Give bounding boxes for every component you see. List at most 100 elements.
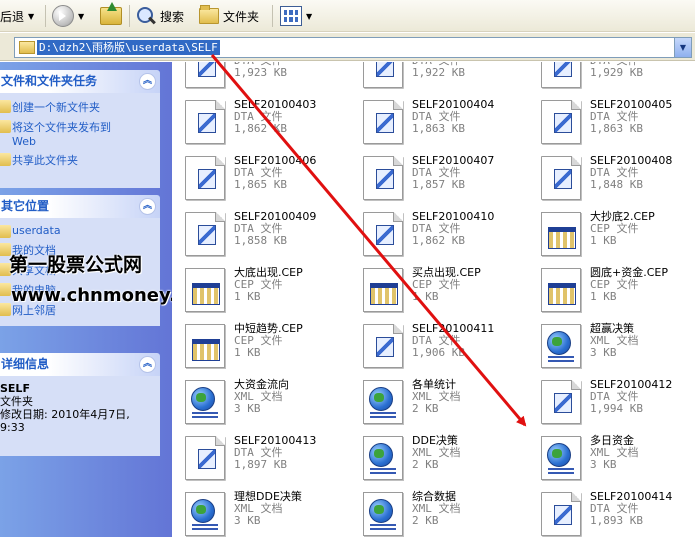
address-folder-icon xyxy=(19,41,35,54)
file-size: 1,922 KB xyxy=(412,66,465,79)
up-folder-button[interactable] xyxy=(100,2,122,28)
file-item[interactable]: SELF20100408 DTA 文件 1,848 KB xyxy=(533,153,695,203)
task-label: 创建一个新文件夹 xyxy=(12,101,100,114)
details-body: SELF 文件夹 修改日期: 2010年4月7日, 9:33 xyxy=(0,376,160,456)
file-info: 理想DDE决策 XML 文档 3 KB xyxy=(234,491,302,527)
address-dropdown-icon[interactable]: ▼ xyxy=(674,38,691,57)
task-label: 共享此文件夹 xyxy=(12,154,78,167)
file-size: 1,923 KB xyxy=(234,66,287,79)
file-item[interactable]: 大资金流向 XML 文档 3 KB xyxy=(177,377,347,427)
file-item[interactable]: SELF20100403 DTA 文件 1,862 KB xyxy=(177,97,347,147)
search-button[interactable]: 搜索 xyxy=(136,4,184,28)
file-item[interactable]: 各单统计 XML 文档 2 KB xyxy=(355,377,525,427)
collapse-icon[interactable]: ︽ xyxy=(139,198,156,215)
new-folder-icon xyxy=(0,100,11,113)
collapse-icon[interactable]: ︽ xyxy=(139,356,156,373)
globe-land-icon xyxy=(552,449,562,458)
file-info: 超赢决策 XML 文档 3 KB xyxy=(590,323,639,359)
file-item[interactable]: SELF20100407 DTA 文件 1,857 KB xyxy=(355,153,525,203)
collapse-icon[interactable]: ︽ xyxy=(139,73,156,90)
watermark-title: 第一股票公式网 xyxy=(9,254,143,276)
file-info: SELF20100408 DTA 文件 1,848 KB xyxy=(590,155,672,191)
file-item[interactable]: 综合数据 XML 文档 2 KB xyxy=(355,489,525,537)
file-item[interactable]: DTA 文件1,929 KB xyxy=(533,62,695,91)
back-button[interactable]: 后退 ▼ xyxy=(0,4,34,28)
file-item[interactable]: 理想DDE决策 XML 文档 3 KB xyxy=(177,489,347,537)
file-info: 各单统计 XML 文档 2 KB xyxy=(412,379,461,415)
xml-file-icon xyxy=(541,436,581,480)
globe-land-icon xyxy=(196,393,206,402)
file-item[interactable]: 多日资金 XML 文档 3 KB xyxy=(533,433,695,483)
file-item[interactable]: 中短趋势.CEP CEP 文件 1 KB xyxy=(177,321,347,371)
dta-file-icon xyxy=(185,156,225,200)
dta-file-icon xyxy=(185,62,225,88)
views-dropdown-icon[interactable]: ▼ xyxy=(306,12,312,21)
forward-button[interactable]: ▼ xyxy=(52,4,84,28)
file-item[interactable]: SELF20100413 DTA 文件 1,897 KB xyxy=(177,433,347,483)
file-info: SELF20100411 DTA 文件 1,906 KB xyxy=(412,323,494,359)
task-new-folder[interactable]: 创建一个新文件夹 xyxy=(0,99,156,115)
views-button[interactable]: ▼ xyxy=(280,4,312,28)
file-item[interactable]: DTA 文件1,922 KB xyxy=(355,62,525,91)
file-item[interactable]: 圆底+资金.CEP CEP 文件 1 KB xyxy=(533,265,695,315)
file-item[interactable]: SELF20100409 DTA 文件 1,858 KB xyxy=(177,209,347,259)
address-bar: D:\dzh2\雨杨版\userdata\SELF ▼ xyxy=(0,33,695,61)
file-item[interactable]: SELF20100406 DTA 文件 1,865 KB xyxy=(177,153,347,203)
file-size: 1,862 KB xyxy=(412,234,465,247)
file-size: 1,897 KB xyxy=(234,458,287,471)
details-header[interactable]: 详细信息 ︽ xyxy=(0,353,160,376)
xml-file-icon xyxy=(185,492,225,536)
file-item[interactable]: SELF20100414 DTA 文件 1,893 KB xyxy=(533,489,695,537)
dta-file-icon xyxy=(541,62,581,88)
folders-button[interactable]: 文件夹 xyxy=(199,4,259,28)
other-places-title: 其它位置 xyxy=(1,199,50,213)
file-tasks-header[interactable]: 文件和文件夹任务 ︽ xyxy=(0,70,160,93)
file-item[interactable]: SELF20100412 DTA 文件 1,994 KB xyxy=(533,377,695,427)
file-size: 2 KB xyxy=(412,458,439,471)
toolbar: 后退 ▼ ▼ 搜索 文件夹 ▼ xyxy=(0,0,695,32)
task-publish-web[interactable]: 将这个文件夹发布到 Web xyxy=(0,119,156,148)
cep-file-icon xyxy=(541,268,581,312)
toolbar-separator xyxy=(129,5,130,27)
file-tasks-title: 文件和文件夹任务 xyxy=(1,74,98,88)
dta-file-icon xyxy=(185,100,225,144)
file-size: 1,893 KB xyxy=(590,514,643,527)
file-size: 1 KB xyxy=(590,234,617,247)
file-info: 大底出现.CEP CEP 文件 1 KB xyxy=(234,267,303,303)
back-dropdown-icon[interactable]: ▼ xyxy=(28,12,34,21)
file-info: 大资金流向 XML 文档 3 KB xyxy=(234,379,289,415)
file-item[interactable]: SELF20100410 DTA 文件 1,862 KB xyxy=(355,209,525,259)
publish-web-icon xyxy=(0,120,11,133)
file-info: 买点出现.CEP CEP 文件 1 KB xyxy=(412,267,481,303)
cep-file-icon xyxy=(541,212,581,256)
file-item[interactable]: 大抄底2.CEP CEP 文件 1 KB xyxy=(533,209,695,259)
file-item[interactable]: SELF20100405 DTA 文件 1,863 KB xyxy=(533,97,695,147)
other-places-header[interactable]: 其它位置 ︽ xyxy=(0,195,160,218)
dta-file-icon xyxy=(185,436,225,480)
globe-land-icon xyxy=(196,505,206,514)
file-item[interactable]: 超赢决策 XML 文档 3 KB xyxy=(533,321,695,371)
place-userdata[interactable]: userdata xyxy=(0,224,156,238)
globe-land-icon xyxy=(374,449,384,458)
folders-icon xyxy=(199,5,219,24)
cep-file-icon xyxy=(185,268,225,312)
file-item[interactable]: DTA 文件1,923 KB xyxy=(177,62,347,91)
forward-dropdown-icon[interactable]: ▼ xyxy=(78,12,84,21)
address-input[interactable]: D:\dzh2\雨杨版\userdata\SELF ▼ xyxy=(14,37,692,58)
file-item[interactable]: SELF20100411 DTA 文件 1,906 KB xyxy=(355,321,525,371)
file-size: 3 KB xyxy=(234,514,261,527)
file-size: 1 KB xyxy=(234,290,261,303)
details-name: SELF xyxy=(0,382,30,395)
toolbar-separator xyxy=(45,5,46,27)
cep-file-icon xyxy=(185,324,225,368)
file-size: 2 KB xyxy=(412,514,439,527)
file-item[interactable]: SELF20100404 DTA 文件 1,863 KB xyxy=(355,97,525,147)
file-item[interactable]: 买点出现.CEP CEP 文件 1 KB xyxy=(355,265,525,315)
folders-label: 文件夹 xyxy=(223,9,260,24)
task-share-folder[interactable]: 共享此文件夹 xyxy=(0,152,156,168)
address-path[interactable]: D:\dzh2\雨杨版\userdata\SELF xyxy=(37,40,220,55)
file-item[interactable]: DDE决策 XML 文档 2 KB xyxy=(355,433,525,483)
file-item[interactable]: 大底出现.CEP CEP 文件 1 KB xyxy=(177,265,347,315)
file-list: DTA 文件1,923 KB DTA 文件1,922 KB DTA 文件1,92… xyxy=(172,62,695,537)
file-info: 多日资金 XML 文档 3 KB xyxy=(590,435,639,471)
